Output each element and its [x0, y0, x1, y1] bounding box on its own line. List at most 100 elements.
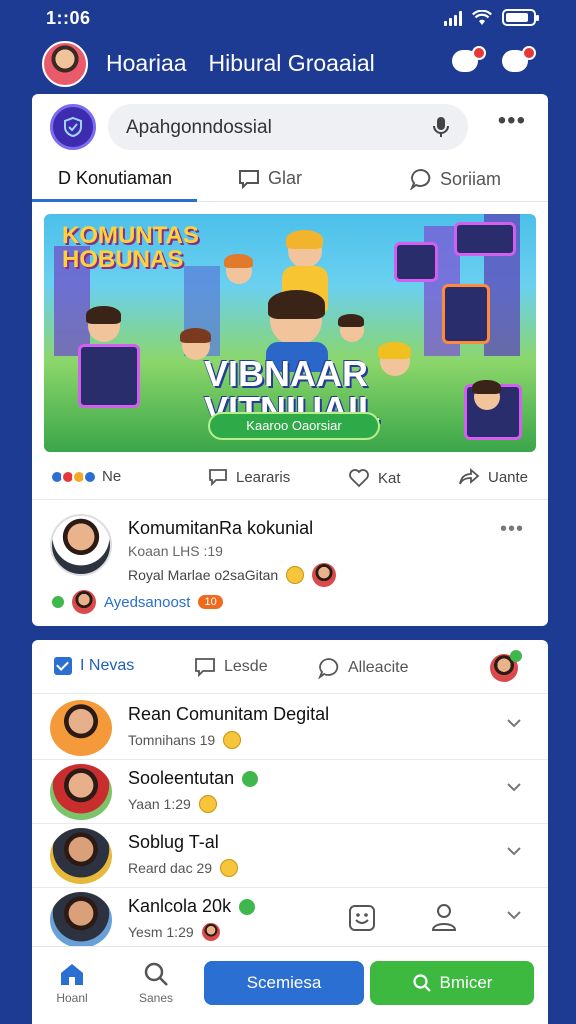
banner-headline-line1: VIBNAAR [204, 353, 369, 394]
app-header: Hoariaa Hibural Groaaial [0, 38, 576, 90]
feed-list-card: I Nevas Lesde Alleacite Rean Comunitam D… [32, 640, 548, 948]
nav-search-label: Sanes [138, 991, 174, 1005]
list-item-name-text: Kanlcola 20k [128, 896, 232, 916]
comment-button[interactable]: Leararis [208, 468, 290, 486]
list-avatar [50, 892, 112, 948]
post-more-icon[interactable]: ••• [500, 519, 524, 539]
love-button[interactable]: Kat [348, 468, 401, 488]
tab-lesde[interactable]: Lesde [194, 657, 268, 677]
tab-news-label: I Nevas [80, 657, 135, 674]
post-author-avatar[interactable] [50, 514, 112, 576]
community-banner[interactable]: KOMUNTAS HOBUNAS VIBNAAR VITNIUAIL Kaaro… [44, 214, 536, 452]
section-tab-bar: I Nevas Lesde Alleacite [32, 640, 548, 694]
chevron-down-icon[interactable] [506, 718, 522, 728]
post-time: Koaan LHS :19 [128, 543, 223, 559]
mic-icon[interactable] [432, 116, 450, 138]
online-dot-icon [52, 596, 64, 608]
list-item[interactable]: Rean Comunitam Degital Tomnihans 19 [32, 696, 548, 760]
top-tab-bar: D Konutiaman Glar Soriiam [32, 158, 548, 202]
character [286, 230, 324, 268]
share-label: Uante [488, 468, 529, 486]
nav-search[interactable]: Sanes [126, 961, 186, 1005]
home-icon [61, 964, 83, 985]
laptop-screen [78, 344, 140, 408]
floating-screen [394, 242, 438, 282]
post-author-name[interactable]: KomumitanRa kokunial [128, 518, 313, 539]
post-subtitle-text: Royal Marlae o2saGitan [128, 567, 279, 583]
messages-icon[interactable] [502, 46, 536, 76]
post-actions-bar: Ne Leararis Kat Uante [32, 460, 548, 500]
app-logo[interactable] [50, 104, 96, 150]
list-item[interactable]: Soblug T-al Reard dac 29 [32, 824, 548, 888]
chevron-down-icon[interactable] [506, 782, 522, 792]
nav-home-label: Hoanl [56, 991, 88, 1005]
banner-title-line1: KOMUNTAS [62, 222, 199, 249]
share-button[interactable]: Uante [458, 468, 528, 486]
arcade-screen [442, 284, 490, 344]
list-item-name-text: Soblug T-al [128, 832, 219, 852]
character [378, 342, 411, 376]
tab-komunitas[interactable]: D Konutiaman [58, 168, 172, 189]
mini-avatar [201, 923, 220, 941]
active-tab-indicator [32, 199, 197, 202]
list-item-sub-text: Yesm 1:29 [128, 924, 194, 940]
list-avatar [50, 764, 112, 820]
banner-title: KOMUNTAS HOBUNAS [62, 224, 199, 272]
reaction-icons [50, 469, 97, 484]
tab-activity[interactable]: Alleacite [318, 657, 408, 679]
profile-avatar[interactable] [42, 41, 88, 87]
tab-chat[interactable]: Glar [238, 168, 302, 189]
verified-icon [239, 898, 256, 915]
character [224, 254, 253, 284]
person-icon[interactable] [430, 902, 458, 932]
list-avatar [50, 700, 112, 756]
post-tag-link[interactable]: Ayedsanoost [104, 594, 190, 611]
list-item-sub-text: Yaan 1:29 [128, 796, 191, 812]
character [268, 290, 326, 346]
character [338, 314, 365, 342]
tab-news[interactable]: I Nevas [54, 657, 134, 675]
tab-komunitas-label: D Konutiaman [58, 168, 173, 188]
search-bar[interactable]: Apahgonndossial [108, 104, 468, 150]
status-bar: 1::06 [0, 0, 576, 36]
chevron-down-icon[interactable] [506, 846, 522, 856]
secondary-action-button[interactable]: Bmicer [370, 961, 534, 1005]
list-item[interactable]: Kanlcola 20k Yesm 1:29 [32, 888, 548, 952]
character [86, 306, 122, 342]
list-item-sub-text: Reard dac 29 [128, 860, 213, 876]
list-item-sub: Yaan 1:29 [128, 795, 217, 813]
emoji-icon [198, 795, 217, 813]
header-name-2[interactable]: Hibural Groaaial [209, 50, 375, 77]
list-item-name: Soblug T-al [128, 832, 219, 853]
post-badge: 10 [198, 595, 223, 609]
tab-social[interactable]: Soriiam [410, 168, 501, 190]
tagged-user-avatar[interactable] [72, 590, 96, 614]
emoji-icon [220, 859, 239, 877]
status-icons [444, 9, 539, 26]
status-time: 1::06 [46, 8, 91, 28]
heart-icon [349, 469, 369, 488]
list-avatar [50, 828, 112, 884]
primary-action-button[interactable]: Scemiesa [204, 961, 364, 1005]
banner-cta-button[interactable]: Kaaroo Oaorsiar [208, 412, 380, 440]
battery-icon [502, 9, 539, 26]
nav-home[interactable]: Hoanl [42, 961, 102, 1005]
chat-bubble-icon [410, 168, 431, 190]
checkbox-icon [54, 657, 72, 675]
list-item-name: Kanlcola 20k [128, 896, 256, 917]
emoji-icon [223, 731, 242, 749]
list-item-name: Sooleentutan [128, 768, 259, 789]
chevron-down-icon[interactable] [506, 910, 522, 920]
list-item[interactable]: Sooleentutan Yaan 1:29 [32, 760, 548, 824]
more-options-icon[interactable]: ••• [498, 109, 526, 133]
header-name-1[interactable]: Hoariaa [106, 50, 187, 77]
smiley-square-icon[interactable] [348, 904, 376, 932]
secondary-action-label: Bmicer [439, 973, 493, 992]
floating-screen [454, 222, 516, 256]
banner-title-line2: HOBUNAS [62, 246, 184, 273]
share-icon [459, 468, 480, 485]
reactions-count[interactable]: Ne [50, 468, 121, 485]
post-footer: Ayedsanoost 10 [52, 590, 223, 614]
online-dot-icon [510, 650, 522, 662]
notification-chat-icon[interactable] [452, 46, 486, 76]
